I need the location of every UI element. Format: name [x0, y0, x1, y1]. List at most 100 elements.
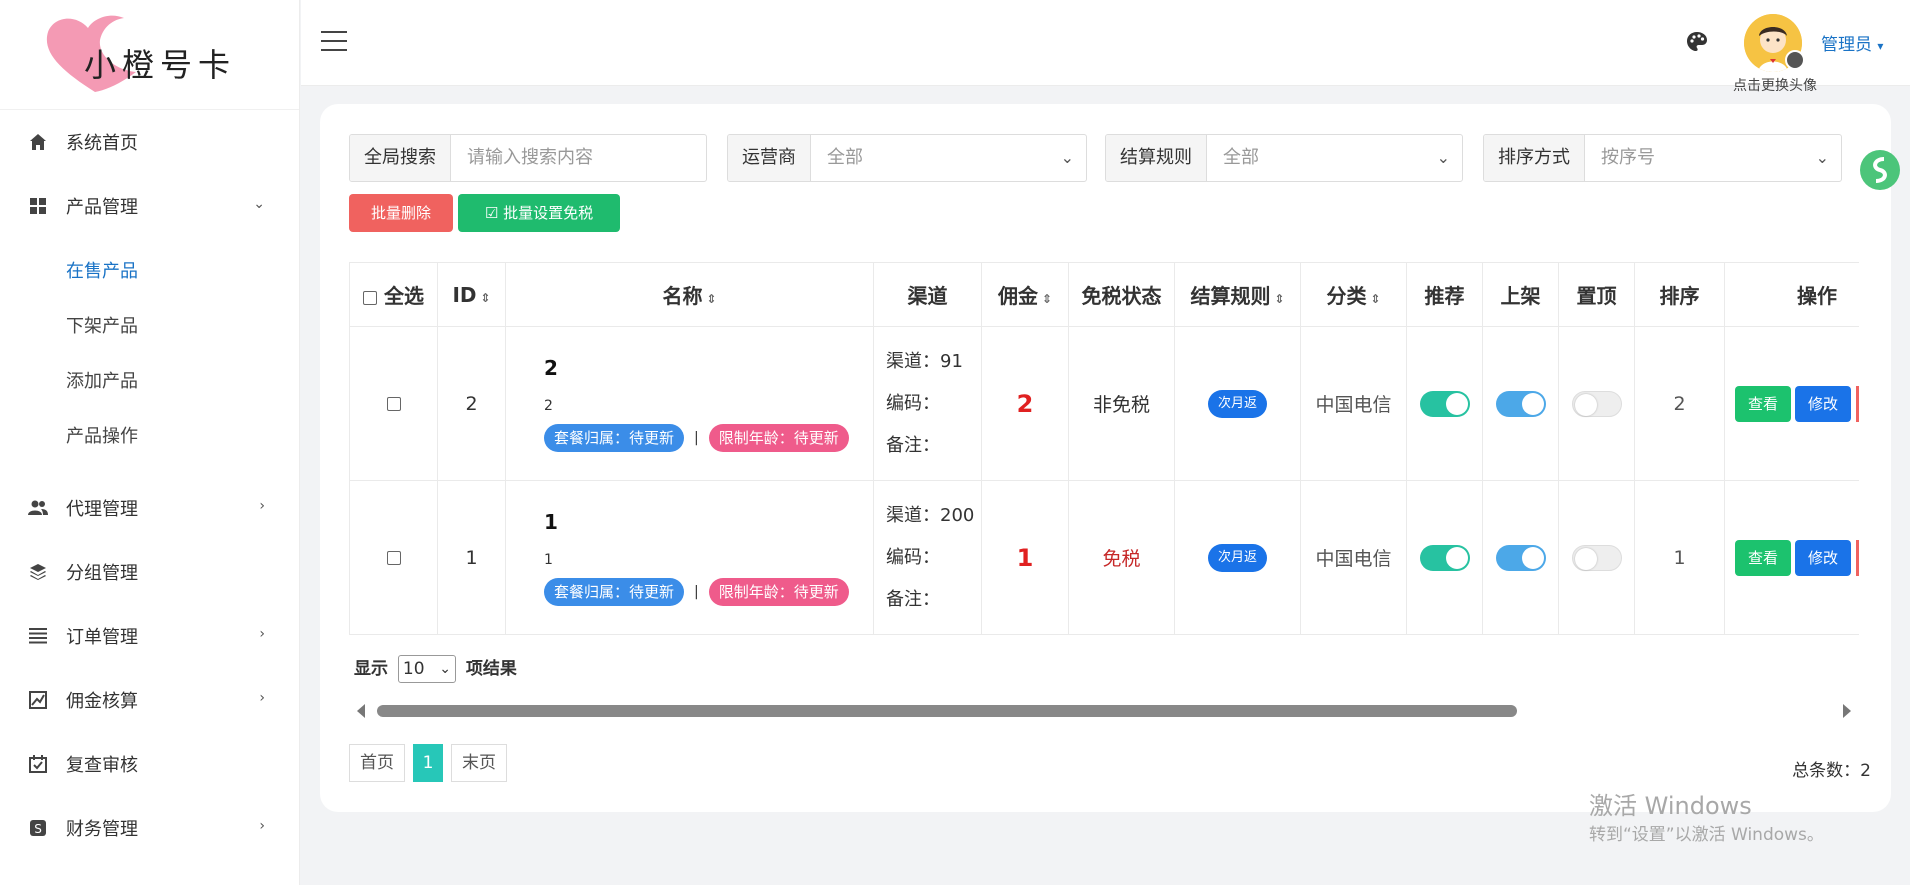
menu-toggle-icon[interactable] — [321, 31, 347, 53]
settle-select-value: 全部 — [1223, 147, 1259, 168]
sort-icon: ⇕ — [480, 290, 491, 305]
row-commission: 1 — [981, 480, 1069, 635]
users-icon — [28, 498, 48, 518]
sort-select[interactable]: 按序号 ⌄ — [1585, 135, 1841, 181]
avatar-tip[interactable]: 点击更换头像 — [1733, 75, 1817, 95]
shelf-toggle[interactable] — [1495, 544, 1546, 571]
horizontal-scrollbar[interactable] — [349, 700, 1859, 722]
show-suffix: 项结果 — [465, 659, 517, 679]
recommend-toggle[interactable] — [1419, 390, 1470, 417]
table-header-row: 全选 ID ⇕ 名称 ⇕ 渠道 佣金 ⇕ 免税状态 结算规则 ⇕ 分类 ⇕ 推荐 上架 置… — [349, 262, 1859, 327]
carrier-select[interactable]: 全部 ⌄ — [811, 135, 1086, 181]
row-order: 1 — [1634, 480, 1725, 635]
col-name[interactable]: 名称 ⇕ — [505, 262, 874, 327]
sidebar: 小橙号卡 系统首页 产品管理 ⌄ 在售产品 下架产品 添加产品 产品操作 代理管… — [0, 0, 300, 885]
col-name-label: 名称 — [662, 284, 703, 308]
sidebar-item-commission[interactable]: 佣金核算 › — [0, 668, 299, 732]
sidebar-item-label: 订单管理 — [66, 627, 138, 648]
col-top: 置顶 — [1558, 262, 1635, 327]
logo[interactable]: 小橙号卡 — [0, 0, 299, 110]
svg-text:S: S — [34, 822, 42, 836]
delete-button[interactable] — [1856, 385, 1859, 422]
sort-icon: ⇕ — [1041, 292, 1053, 306]
sidebar-item-orders[interactable]: 订单管理 › — [0, 604, 299, 668]
row-checkbox[interactable] — [386, 397, 401, 411]
col-settle-label: 结算规则 — [1190, 284, 1271, 308]
sidebar-item-finance[interactable]: S 财务管理 › — [0, 796, 299, 860]
scroll-right-icon[interactable] — [1843, 704, 1851, 718]
batch-delete-button[interactable]: 批量删除 — [349, 194, 453, 232]
col-category-label: 分类 — [1326, 284, 1367, 308]
recommend-toggle[interactable] — [1419, 544, 1470, 571]
row-tax-status: 非免税 — [1068, 326, 1175, 481]
sidebar-item-review[interactable]: 复查审核 — [0, 732, 299, 796]
search-filter: 全局搜索 请输入搜索内容 — [349, 134, 707, 182]
palette-icon[interactable] — [1685, 30, 1709, 54]
col-settle[interactable]: 结算规则 ⇕ — [1174, 262, 1301, 327]
edit-button[interactable]: 修改 — [1795, 385, 1851, 422]
sort-icon: ⇕ — [706, 292, 717, 306]
first-page-button[interactable]: 首页 — [349, 744, 405, 782]
page-size-value: 10 — [402, 659, 425, 679]
carrier-select-value: 全部 — [827, 147, 863, 168]
row-shelf-cell — [1482, 326, 1559, 481]
row-settle-cell: 次月返 — [1174, 326, 1301, 481]
select-all-checkbox[interactable] — [363, 290, 378, 305]
row-settle-cell: 次月返 — [1174, 480, 1301, 635]
table-row: 2 2 2 套餐归属：待更新 | 限制年龄：待更新 渠道：91 编码： 备注： 2 … — [349, 326, 1859, 481]
row-ops-cell: 查看 修改 — [1724, 326, 1859, 481]
submenu-item-on-sale[interactable]: 在售产品 — [0, 244, 299, 299]
edit-button[interactable]: 修改 — [1795, 539, 1851, 576]
col-category[interactable]: 分类 ⇕ — [1300, 262, 1407, 327]
row-category: 中国电信 — [1300, 480, 1407, 635]
col-commission[interactable]: 佣金 ⇕ — [981, 262, 1069, 327]
row-checkbox[interactable] — [386, 551, 401, 565]
row-id: 2 — [437, 326, 506, 481]
settle-select[interactable]: 全部 ⌄ — [1207, 135, 1462, 181]
col-select-all[interactable]: 全选 — [349, 262, 438, 327]
batch-tax-free-label: 批量设置免税 — [503, 204, 594, 222]
view-button[interactable]: 查看 — [1735, 539, 1791, 576]
pin-top-toggle[interactable] — [1571, 390, 1622, 417]
submenu-item-add[interactable]: 添加产品 — [0, 354, 299, 409]
carrier-label: 运营商 — [728, 135, 811, 181]
search-input[interactable]: 请输入搜索内容 — [451, 135, 706, 181]
row-recommend-cell — [1406, 326, 1483, 481]
delete-button[interactable] — [1856, 539, 1859, 576]
sidebar-item-agents[interactable]: 代理管理 › — [0, 476, 299, 540]
submenu-item-operations[interactable]: 产品操作 — [0, 409, 299, 464]
package-owner-tag: 套餐归属：待更新 — [544, 577, 685, 606]
col-id[interactable]: ID ⇕ — [437, 262, 506, 327]
table-row: 1 1 1 套餐归属：待更新 | 限制年龄：待更新 渠道：200 编码： 备注： 1… — [349, 480, 1859, 635]
view-button[interactable]: 查看 — [1735, 385, 1791, 422]
shelf-toggle[interactable] — [1495, 390, 1546, 417]
scrollbar-thumb[interactable] — [377, 705, 1517, 717]
sidebar-item-home[interactable]: 系统首页 — [0, 110, 299, 174]
camera-icon[interactable] — [1785, 50, 1805, 70]
product-subtitle: 2 — [544, 397, 553, 414]
page-button-current[interactable]: 1 — [413, 744, 443, 782]
sidebar-item-groups[interactable]: 分组管理 — [0, 540, 299, 604]
channel-value: 渠道：91 — [886, 350, 963, 372]
last-page-button[interactable]: 末页 — [451, 744, 507, 782]
page-size-select[interactable]: 10 ⌄ — [397, 655, 456, 683]
floating-assistant-icon[interactable] — [1860, 150, 1900, 190]
row-tax-status: 免税 — [1068, 480, 1175, 635]
package-owner-tag: 套餐归属：待更新 — [544, 423, 685, 452]
settle-filter: 结算规则 全部 ⌄ — [1105, 134, 1463, 182]
pin-top-toggle[interactable] — [1571, 544, 1622, 571]
row-ops-cell: 查看 修改 — [1724, 480, 1859, 635]
page-size-control: 显示 10 ⌄ 项结果 — [354, 654, 517, 683]
submenu-products: 在售产品 下架产品 添加产品 产品操作 — [0, 238, 299, 476]
carrier-filter: 运营商 全部 ⌄ — [727, 134, 1087, 182]
scroll-left-icon[interactable] — [357, 704, 365, 718]
list-icon — [28, 626, 48, 646]
row-select-cell — [349, 326, 438, 481]
col-shelf: 上架 — [1482, 262, 1559, 327]
code-value: 编码： — [886, 546, 940, 568]
batch-tax-free-button[interactable]: ☑ 批量设置免税 — [458, 194, 620, 232]
pagination: 首页 1 末页 — [349, 744, 515, 782]
submenu-item-off-shelf[interactable]: 下架产品 — [0, 299, 299, 354]
user-menu[interactable]: 管理员 ▾ — [1821, 30, 1883, 55]
sidebar-item-products[interactable]: 产品管理 ⌄ — [0, 174, 299, 238]
